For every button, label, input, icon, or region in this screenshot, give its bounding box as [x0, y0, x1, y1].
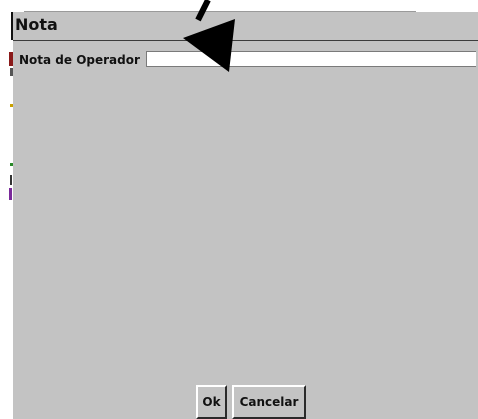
ok-button[interactable]: Ok	[196, 385, 227, 419]
nota-dialog: Nota Nota de Operador Ok Cancelar	[11, 12, 478, 419]
dialog-title: Nota	[15, 15, 58, 34]
operator-note-label: Nota de Operador	[19, 53, 140, 67]
titlebar-edge	[11, 12, 13, 40]
screen: Nota Nota de Operador Ok Cancelar	[0, 0, 478, 419]
cancel-button[interactable]: Cancelar	[232, 385, 306, 419]
background-app-fragment	[10, 175, 12, 185]
background-app-fragment	[9, 188, 12, 200]
operator-note-input[interactable]	[146, 51, 476, 67]
dialog-titlebar[interactable]: Nota	[11, 12, 478, 41]
